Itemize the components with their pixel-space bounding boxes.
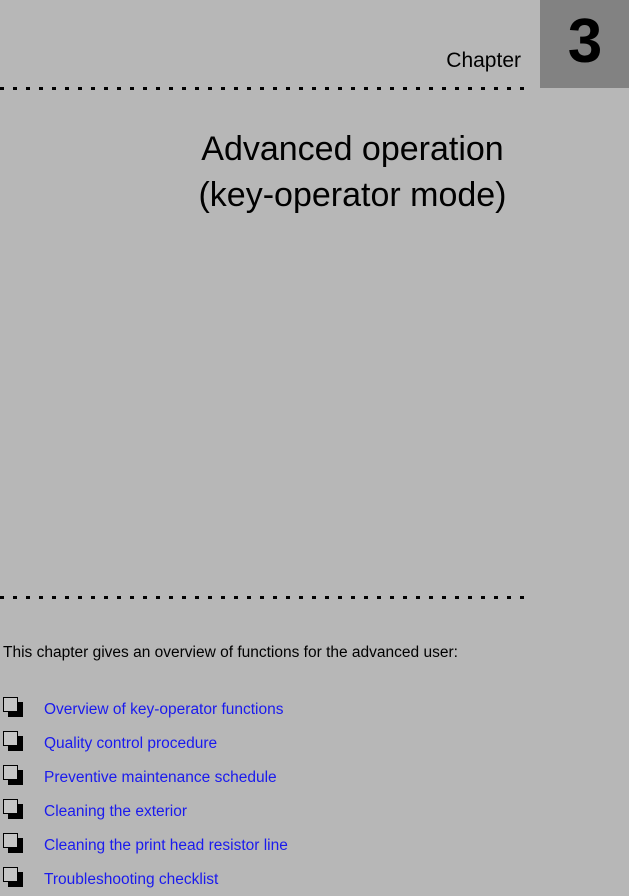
topic-link[interactable]: Cleaning the exterior [44, 802, 187, 821]
topic-link[interactable]: Troubleshooting checklist [44, 870, 218, 889]
topic-link[interactable]: Cleaning the print head resistor line [44, 836, 288, 855]
list-item[interactable]: Overview of key-operator functions [0, 692, 560, 726]
topic-link[interactable]: Overview of key-operator functions [44, 700, 284, 719]
box-bullet-icon [3, 867, 23, 887]
box-bullet-icon [3, 765, 23, 785]
list-item[interactable]: Troubleshooting checklist [0, 862, 560, 896]
topic-link[interactable]: Quality control procedure [44, 734, 217, 753]
list-item[interactable]: Cleaning the print head resistor line [0, 828, 560, 862]
chapter-opener-page: 3 Chapter Advanced operation (key-operat… [0, 0, 629, 889]
dotted-rule-top [0, 87, 526, 90]
box-bullet-icon [3, 731, 23, 751]
box-bullet-icon [3, 799, 23, 819]
topic-link[interactable]: Preventive maintenance schedule [44, 768, 277, 787]
topic-list: Overview of key-operator functions Quali… [0, 692, 560, 896]
page-title: Advanced operation (key-operator mode) [0, 126, 629, 218]
page-title-line-1: Advanced operation [201, 130, 504, 168]
list-item[interactable]: Cleaning the exterior [0, 794, 560, 828]
list-item[interactable]: Preventive maintenance schedule [0, 760, 560, 794]
chapter-label: Chapter [446, 49, 521, 72]
page-title-line-2: (key-operator mode) [198, 176, 507, 214]
dotted-rule-bottom [0, 596, 526, 599]
intro-paragraph: This chapter gives an overview of functi… [3, 643, 458, 661]
chapter-number-block: 3 [540, 0, 629, 88]
chapter-number: 3 [567, 7, 602, 76]
list-item[interactable]: Quality control procedure [0, 726, 560, 760]
box-bullet-icon [3, 697, 23, 717]
box-bullet-icon [3, 833, 23, 853]
